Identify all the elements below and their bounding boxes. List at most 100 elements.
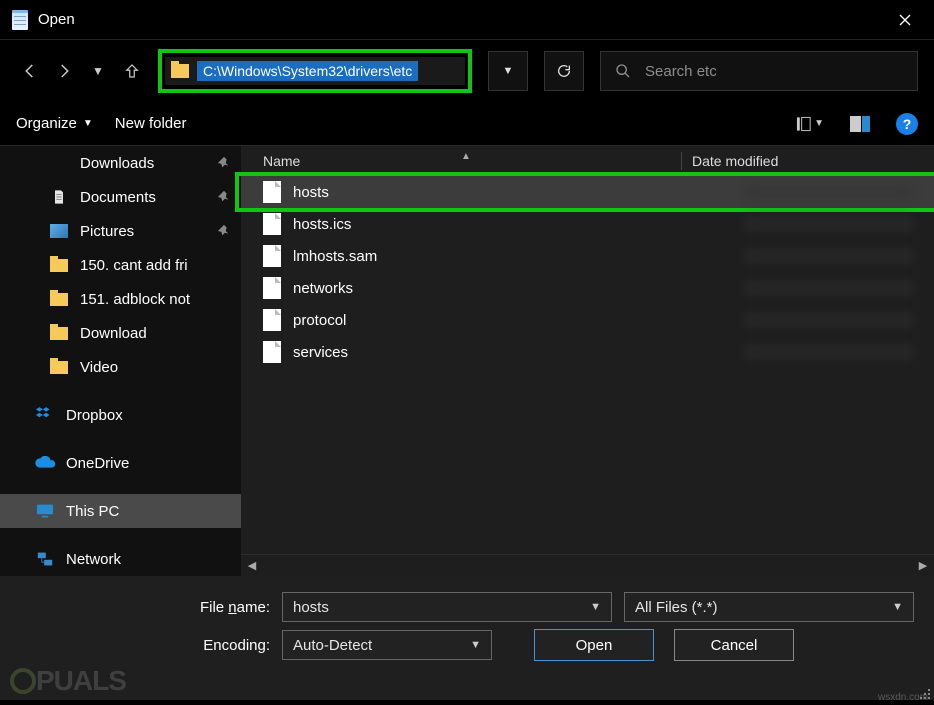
sidebar-item-pictures[interactable]: Pictures: [0, 214, 241, 248]
file-list: hosts hosts.ics lmhosts.sam networks pro: [241, 176, 934, 368]
bottom-panel: File name: hosts ▼ All Files (*.*) ▼ Enc…: [0, 576, 934, 700]
filename-combo[interactable]: hosts ▼: [282, 592, 612, 622]
file-type-filter[interactable]: All Files (*.*) ▼: [624, 592, 914, 622]
up-button[interactable]: [118, 57, 146, 85]
chevron-down-icon: ▼: [892, 601, 903, 613]
logo-icon: [10, 668, 36, 694]
folder-icon: [171, 64, 189, 78]
scroll-left-button[interactable]: ◀: [241, 559, 263, 572]
network-icon: [34, 550, 56, 568]
file-name: hosts.ics: [293, 216, 351, 233]
sort-indicator-icon: ▲: [461, 151, 471, 162]
sidebar-item-label: 151. adblock not: [80, 291, 190, 308]
this-pc-icon: [34, 502, 56, 520]
file-name: networks: [293, 280, 353, 297]
resize-grip[interactable]: [918, 687, 930, 699]
sidebar-item-label: Downloads: [80, 155, 154, 172]
column-name[interactable]: ▲ Name: [241, 153, 681, 169]
column-date-modified[interactable]: Date modified: [682, 153, 778, 169]
file-icon: [263, 213, 281, 235]
preview-pane-button[interactable]: [846, 113, 874, 135]
file-name: lmhosts.sam: [293, 248, 377, 265]
sidebar: Downloads Documents Pictures 150. cant a…: [0, 146, 241, 576]
horizontal-scrollbar[interactable]: ◀ ▶: [241, 554, 934, 576]
filename-value: hosts: [293, 599, 580, 616]
pin-icon: [217, 190, 231, 204]
cancel-button[interactable]: Cancel: [674, 629, 794, 661]
file-date-blurred: [744, 344, 914, 360]
onedrive-icon: [34, 454, 56, 472]
new-folder-button[interactable]: New folder: [115, 115, 187, 132]
sidebar-item-label: Pictures: [80, 223, 134, 240]
encoding-label: Encoding:: [20, 637, 270, 654]
sidebar-item-folder-151[interactable]: 151. adblock not: [0, 282, 241, 316]
refresh-button[interactable]: [544, 51, 584, 91]
pin-icon: [217, 156, 231, 170]
file-icon: [263, 245, 281, 267]
sidebar-item-label: Video: [80, 359, 118, 376]
organize-menu[interactable]: Organize▼: [16, 115, 93, 132]
downloads-icon: [48, 154, 70, 172]
encoding-combo[interactable]: Auto-Detect ▼: [282, 630, 492, 660]
folder-icon: [48, 324, 70, 342]
filename-label: File name:: [20, 599, 270, 616]
view-options-button[interactable]: ▼: [796, 113, 824, 135]
documents-icon: [48, 188, 70, 206]
file-row-protocol[interactable]: protocol: [241, 304, 934, 336]
address-highlight: C:\Windows\System32\drivers\etc: [158, 49, 472, 93]
address-text[interactable]: C:\Windows\System32\drivers\etc: [197, 61, 418, 81]
sidebar-item-onedrive[interactable]: OneDrive: [0, 446, 241, 480]
window-title: Open: [38, 11, 75, 28]
file-row-networks[interactable]: networks: [241, 272, 934, 304]
back-button[interactable]: [16, 57, 44, 85]
search-icon: [615, 63, 631, 79]
sidebar-item-documents[interactable]: Documents: [0, 180, 241, 214]
sidebar-item-downloads[interactable]: Downloads: [0, 146, 241, 180]
file-name: hosts: [293, 184, 329, 201]
file-date-blurred: [744, 280, 914, 296]
file-icon: [263, 181, 281, 203]
sidebar-item-download[interactable]: Download: [0, 316, 241, 350]
search-placeholder: Search etc: [645, 63, 717, 80]
sidebar-item-dropbox[interactable]: Dropbox: [0, 398, 241, 432]
file-name: protocol: [293, 312, 346, 329]
file-row-services[interactable]: services: [241, 336, 934, 368]
address-bar[interactable]: C:\Windows\System32\drivers\etc: [165, 57, 465, 85]
sidebar-item-label: OneDrive: [66, 455, 129, 472]
column-headers: ▲ Name Date modified: [241, 146, 934, 176]
search-box[interactable]: Search etc: [600, 51, 918, 91]
dropbox-icon: [34, 406, 56, 424]
file-row-lmhosts[interactable]: lmhosts.sam: [241, 240, 934, 272]
pictures-icon: [48, 222, 70, 240]
file-icon: [263, 341, 281, 363]
chevron-down-icon: ▼: [470, 639, 481, 651]
sidebar-item-label: Network: [66, 551, 121, 568]
file-name: services: [293, 344, 348, 361]
folder-icon: [48, 256, 70, 274]
title-bar: Open: [0, 0, 934, 40]
scroll-right-button[interactable]: ▶: [912, 559, 934, 572]
file-date-blurred: [744, 312, 914, 328]
sidebar-item-label: Download: [80, 325, 147, 342]
notepad-icon: [12, 10, 28, 30]
file-date-blurred: [744, 248, 914, 264]
folder-icon: [48, 290, 70, 308]
sidebar-item-label: Dropbox: [66, 407, 123, 424]
recent-locations-button[interactable]: ▼: [84, 57, 112, 85]
address-dropdown-button[interactable]: ▼: [488, 51, 528, 91]
sidebar-item-this-pc[interactable]: This PC: [0, 494, 241, 528]
file-row-hosts[interactable]: hosts: [241, 176, 934, 208]
forward-button[interactable]: [50, 57, 78, 85]
file-row-hosts-ics[interactable]: hosts.ics: [241, 208, 934, 240]
close-button[interactable]: [882, 0, 928, 40]
sidebar-item-label: Documents: [80, 189, 156, 206]
open-button[interactable]: Open: [534, 629, 654, 661]
sidebar-item-video[interactable]: Video: [0, 350, 241, 384]
help-button[interactable]: ?: [896, 113, 918, 135]
sidebar-item-folder-150[interactable]: 150. cant add fri: [0, 248, 241, 282]
sidebar-item-network[interactable]: Network: [0, 542, 241, 576]
nav-bar: ▼ C:\Windows\System32\drivers\etc ▼ Sear…: [0, 40, 934, 102]
sidebar-item-label: 150. cant add fri: [80, 257, 188, 274]
file-icon: [263, 309, 281, 331]
sidebar-item-label: This PC: [66, 503, 119, 520]
